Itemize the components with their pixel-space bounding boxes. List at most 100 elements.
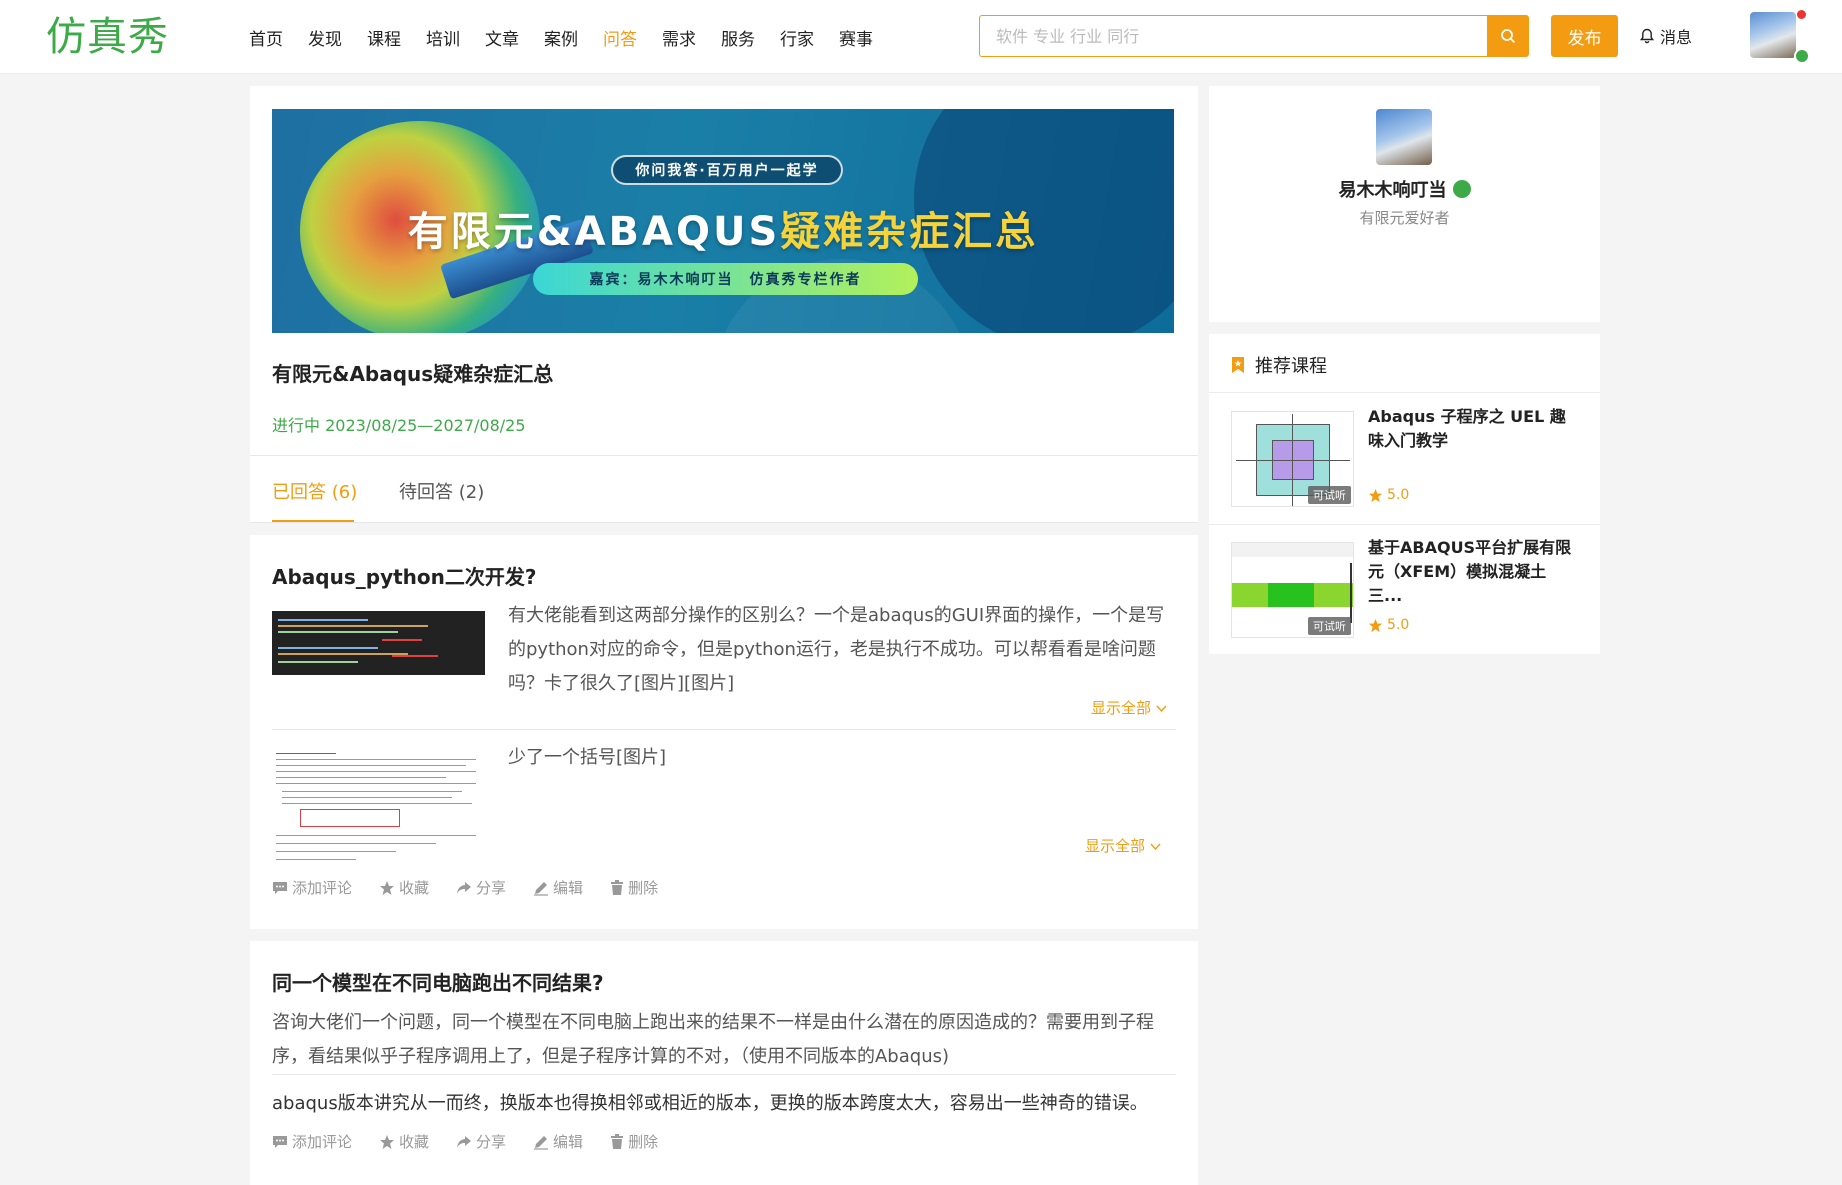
- site-logo[interactable]: 仿真秀: [46, 11, 169, 63]
- publish-button[interactable]: 发布: [1551, 15, 1618, 57]
- main-nav: 首页 发现 课程 培训 文章 案例 问答 需求 服务 行家 赛事: [249, 0, 898, 74]
- divider: [250, 455, 1198, 456]
- nav-item-home[interactable]: 首页: [249, 25, 283, 50]
- chevron-down-icon: [1156, 705, 1167, 713]
- nav-item-experts[interactable]: 行家: [780, 25, 814, 50]
- share-label: 分享: [476, 879, 507, 897]
- show-all-link[interactable]: 显示全部: [1091, 697, 1167, 718]
- banner-title-white: 有限元&ABAQUS: [407, 209, 781, 255]
- author-name-text: 易木木响叮当: [1338, 180, 1447, 201]
- favorite-button[interactable]: 收藏: [379, 877, 429, 898]
- search-button[interactable]: [1487, 16, 1528, 56]
- nav-item-discover[interactable]: 发现: [308, 25, 342, 50]
- answer-text: 有大佬能看到这两部分操作的区别么？一个是abaqus的GUI界面的操作，一个是写…: [508, 605, 1165, 694]
- recommended-courses: 推荐课程 可试听 Abaqus 子程序之 UEL 趣味入门教学 5.0 可试听 …: [1209, 334, 1600, 654]
- delete-label: 删除: [628, 1133, 659, 1151]
- nav-item-demands[interactable]: 需求: [662, 25, 696, 50]
- show-all-link[interactable]: 显示全部: [1085, 835, 1161, 856]
- tab-pending[interactable]: 待回答 (2): [399, 478, 484, 504]
- nav-item-courses[interactable]: 课程: [367, 25, 401, 50]
- edit-label: 编辑: [553, 1133, 584, 1151]
- nav-item-cases[interactable]: 案例: [544, 25, 578, 50]
- answer-image-thumbnail[interactable]: [272, 611, 485, 675]
- tab-answered[interactable]: 已回答 (6): [272, 478, 357, 504]
- edit-button[interactable]: 编辑: [533, 877, 583, 898]
- star-icon: [380, 1134, 395, 1149]
- course-rating: 5.0: [1368, 487, 1409, 503]
- question-title[interactable]: 同一个模型在不同电脑跑出不同结果?: [272, 967, 604, 996]
- delete-label: 删除: [628, 879, 659, 897]
- favorite-button[interactable]: 收藏: [379, 1131, 429, 1152]
- rating-value: 5.0: [1387, 487, 1410, 503]
- banner-title-yellow: 疑难杂症汇总: [780, 209, 1039, 255]
- answer-text: 少了一个括号[图片]: [508, 747, 667, 768]
- topic-title: 有限元&Abaqus疑难杂症汇总: [272, 362, 554, 386]
- topic-banner[interactable]: 你问我答·百万用户一起学 有限元&ABAQUS疑难杂症汇总 嘉宾：易木木响叮当 …: [272, 109, 1174, 333]
- answer-text: abaqus版本讲究从一而终，换版本也得换相邻或相近的版本，更换的版本跨度太大，…: [272, 1093, 1148, 1114]
- banner-guest: 嘉宾：易木木响叮当 仿真秀专栏作者: [533, 263, 918, 295]
- question-card: Abaqus_python二次开发? 有大佬能看到这两部分操作的区别么？一个是a…: [250, 535, 1198, 929]
- divider: [1209, 524, 1600, 525]
- topic-status: 进行中 2023/08/25—2027/08/25: [272, 416, 526, 435]
- question-actions: 添加评论 收藏 分享 编辑 删除: [272, 1131, 685, 1152]
- show-all-label: 显示全部: [1085, 837, 1146, 855]
- edit-label: 编辑: [553, 879, 584, 897]
- divider: [272, 729, 1176, 730]
- course-thumbnail[interactable]: 可试听: [1231, 542, 1354, 638]
- question-title[interactable]: Abaqus_python二次开发?: [272, 561, 536, 590]
- nav-item-contests[interactable]: 赛事: [839, 25, 873, 50]
- course-rating: 5.0: [1368, 617, 1409, 633]
- notification-dot: [1797, 10, 1806, 19]
- bell-icon: [1640, 28, 1654, 44]
- share-button[interactable]: 分享: [456, 877, 506, 898]
- topic-card: 你问我答·百万用户一起学 有限元&ABAQUS疑难杂症汇总 嘉宾：易木木响叮当 …: [250, 86, 1198, 523]
- author-avatar[interactable]: [1376, 109, 1432, 165]
- search-icon: [1500, 29, 1515, 44]
- course-title[interactable]: 基于ABAQUS平台扩展有限元（XFEM）模拟混凝土三...: [1368, 536, 1578, 608]
- trash-icon: [611, 1133, 624, 1149]
- share-icon: [457, 1135, 472, 1148]
- nav-item-qa[interactable]: 问答: [603, 25, 637, 50]
- banner-tagline: 你问我答·百万用户一起学: [611, 155, 843, 185]
- search-box: [979, 15, 1529, 57]
- trash-icon: [611, 879, 624, 895]
- rating-value: 5.0: [1387, 617, 1410, 633]
- share-button[interactable]: 分享: [456, 1131, 506, 1152]
- author-description: 有限元爱好者: [1359, 209, 1450, 227]
- share-icon: [457, 881, 472, 894]
- add-comment-button[interactable]: 添加评论: [272, 1131, 352, 1152]
- share-label: 分享: [476, 1133, 507, 1151]
- delete-button[interactable]: 删除: [610, 877, 658, 898]
- question-card: 同一个模型在不同电脑跑出不同结果? 咨询大佬们一个问题，同一个模型在不同电脑上跑…: [250, 941, 1198, 1185]
- verified-badge-icon: [1794, 48, 1810, 64]
- delete-button[interactable]: 删除: [610, 1131, 658, 1152]
- bookmark-icon: [1232, 357, 1244, 373]
- answer-image-thumbnail[interactable]: [272, 747, 485, 867]
- nav-item-services[interactable]: 服务: [721, 25, 755, 50]
- trial-badge: 可试听: [1308, 486, 1351, 504]
- course-thumbnail[interactable]: 可试听: [1231, 411, 1354, 507]
- messages-link[interactable]: 消息: [1640, 24, 1692, 48]
- question-text: 咨询大佬们一个问题，同一个模型在不同电脑上跑出来的结果不一样是由什么潜在的原因造…: [272, 1012, 1154, 1067]
- edit-button[interactable]: 编辑: [533, 1131, 583, 1152]
- trial-badge: 可试听: [1308, 617, 1351, 635]
- star-icon: [380, 880, 395, 895]
- nav-item-training[interactable]: 培训: [426, 25, 460, 50]
- author-name[interactable]: 易木木响叮当: [1209, 176, 1600, 202]
- nav-item-articles[interactable]: 文章: [485, 25, 519, 50]
- course-title[interactable]: Abaqus 子程序之 UEL 趣味入门教学: [1368, 405, 1578, 453]
- comment-icon: [273, 1135, 287, 1148]
- question-actions: 添加评论 收藏 分享 编辑 删除: [272, 877, 685, 898]
- courses-heading: 推荐课程: [1231, 352, 1327, 378]
- top-header: 仿真秀 首页 发现 课程 培训 文章 案例 问答 需求 服务 行家 赛事 发布 …: [0, 0, 1842, 74]
- add-comment-label: 添加评论: [292, 1133, 353, 1151]
- favorite-label: 收藏: [399, 879, 430, 897]
- divider: [1209, 392, 1600, 393]
- divider: [250, 522, 1198, 523]
- pencil-icon: [534, 881, 549, 896]
- star-icon: [1368, 488, 1383, 502]
- search-input[interactable]: [980, 16, 1487, 56]
- user-avatar[interactable]: [1750, 12, 1796, 58]
- pencil-icon: [534, 1135, 549, 1150]
- add-comment-button[interactable]: 添加评论: [272, 877, 352, 898]
